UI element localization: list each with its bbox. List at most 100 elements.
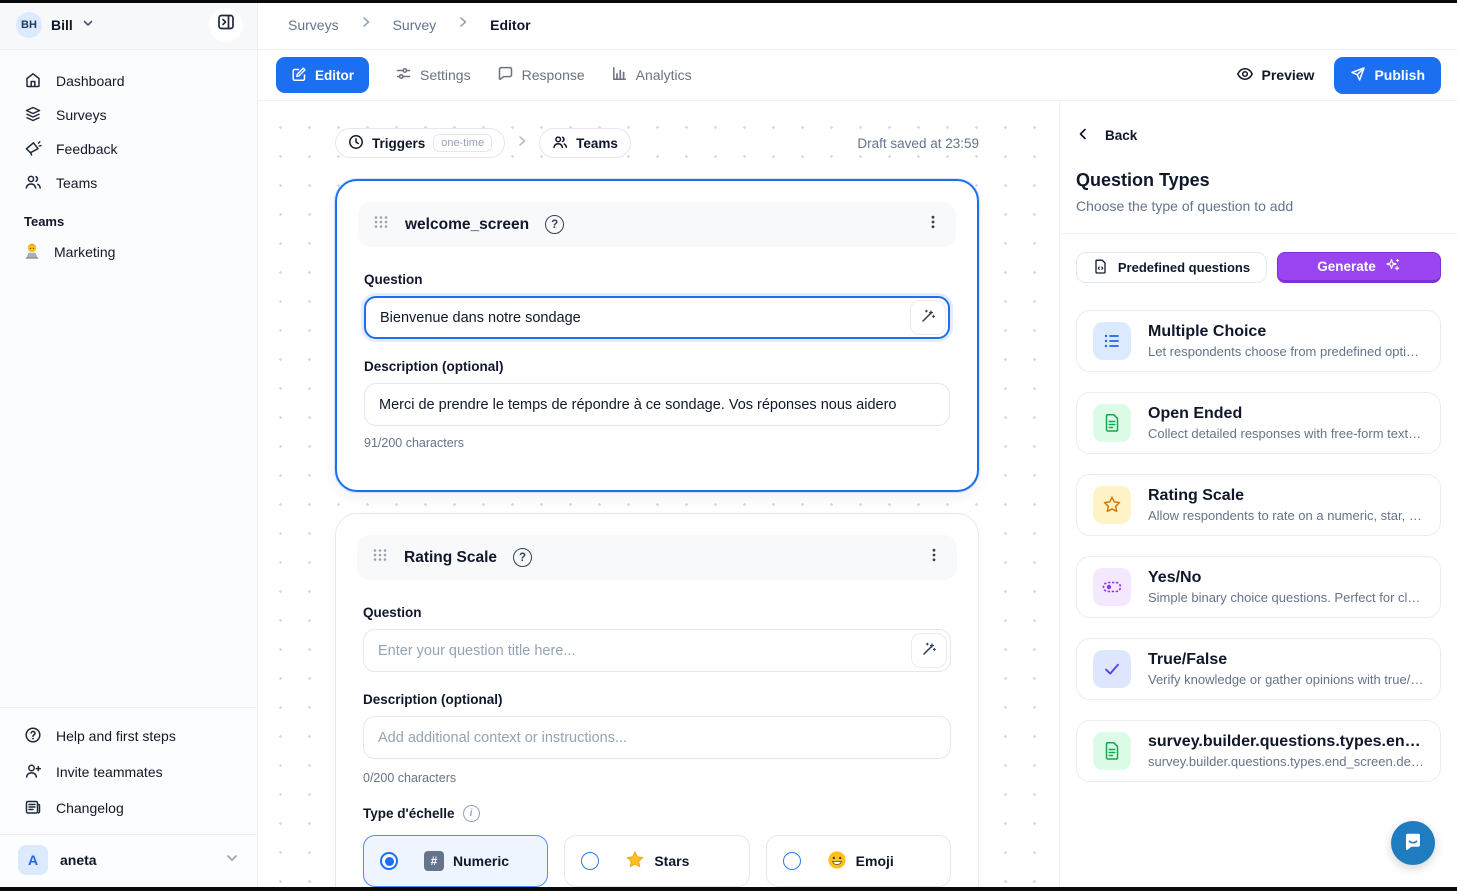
predefined-questions-button[interactable]: Predefined questions [1076, 252, 1267, 283]
send-icon [1350, 66, 1366, 85]
question-field-label: Question [363, 605, 951, 620]
generate-button[interactable]: Generate [1277, 252, 1441, 283]
panel-toggle-icon [217, 13, 235, 36]
kebab-menu-icon[interactable] [925, 214, 941, 235]
file-text-icon [1093, 732, 1131, 770]
question-card-title: welcome_screen [405, 216, 529, 234]
type-card-open-ended[interactable]: Open Ended Collect detailed responses wi… [1076, 392, 1441, 454]
teams-section-label: Teams [0, 200, 257, 235]
tab-analytics[interactable]: Analytics [611, 65, 692, 85]
type-description: Simple binary choice questions. Perfect … [1148, 590, 1424, 605]
sidebar-item-label: Feedback [56, 141, 117, 157]
type-description: Allow respondents to rate on a numeric, … [1148, 508, 1424, 523]
sidebar-item-label: Dashboard [56, 73, 125, 89]
back-button[interactable]: Back [1076, 127, 1137, 144]
survey-builder-canvas: Triggers one-time Teams Draft saved at 2… [258, 101, 1059, 891]
type-name: Open Ended [1148, 405, 1424, 423]
sidebar-item-help[interactable]: Help and first steps [0, 718, 257, 754]
question-description-input[interactable] [363, 716, 951, 759]
collapse-sidebar-button[interactable] [209, 8, 243, 42]
question-card-title: Rating Scale [404, 549, 497, 567]
question-card-welcome-screen[interactable]: welcome_screen ? Question [335, 179, 979, 492]
tab-editor[interactable]: Editor [276, 57, 369, 93]
teams-pill-label: Teams [576, 136, 618, 151]
ai-rewrite-button[interactable] [910, 300, 946, 335]
help-icon: ? [513, 548, 532, 567]
question-title-input[interactable] [364, 296, 950, 339]
scale-type-options: # Numeric [363, 835, 951, 887]
sidebar-item-marketing-team[interactable]: Marketing [0, 235, 257, 269]
generate-label: Generate [1317, 259, 1376, 274]
question-field-label: Question [364, 272, 950, 287]
triggers-label: Triggers [372, 136, 425, 151]
question-card-rating-scale[interactable]: Rating Scale ? Question [335, 513, 979, 891]
type-card-multiple-choice[interactable]: Multiple Choice Let respondents choose f… [1076, 310, 1441, 372]
info-icon: i [463, 805, 480, 822]
team-item-label: Marketing [54, 244, 115, 260]
type-name: Multiple Choice [1148, 323, 1424, 341]
sidebar-footer: Help and first steps Invite teammates Ch… [0, 707, 257, 891]
teams-button[interactable]: Teams [539, 128, 631, 158]
drag-handle-icon[interactable] [373, 214, 389, 235]
scale-option-numeric[interactable]: # Numeric [363, 835, 548, 887]
scale-option-emoji[interactable]: Emoji [766, 835, 951, 887]
sidebar-item-invite[interactable]: Invite teammates [0, 754, 257, 790]
user-plus-icon [24, 762, 42, 783]
account-switcher[interactable]: A aneta [0, 834, 257, 883]
question-types-panel: Back Question Types Choose the type of q… [1059, 101, 1457, 891]
tab-response[interactable]: Response [497, 65, 585, 85]
users-icon [552, 134, 568, 153]
question-title-input[interactable] [363, 629, 951, 672]
type-name: Rating Scale [1148, 487, 1424, 505]
screen-bottom-edge [0, 887, 1457, 891]
editor-toolbar: Editor Settings Response Analytics [258, 50, 1457, 101]
description-field-label: Description (optional) [363, 692, 951, 707]
tab-settings[interactable]: Settings [395, 65, 471, 85]
messenger-icon [1402, 831, 1424, 856]
chevron-right-icon [456, 15, 470, 34]
bar-chart-icon [611, 65, 628, 85]
breadcrumb: Surveys Survey Editor [258, 0, 1457, 50]
support-chat-button[interactable] [1391, 821, 1435, 865]
sidebar-item-feedback[interactable]: Feedback [0, 132, 257, 166]
radio-icon [581, 852, 599, 870]
workspace-switcher[interactable]: BH Bill [0, 0, 257, 50]
clock-icon [348, 134, 364, 153]
magic-wand-icon [920, 308, 936, 327]
ai-rewrite-button[interactable] [911, 633, 947, 668]
users-icon [24, 173, 42, 194]
sidebar-item-teams[interactable]: Teams [0, 166, 257, 200]
sidebar-item-changelog[interactable]: Changelog [0, 790, 257, 826]
publish-button[interactable]: Publish [1334, 57, 1441, 94]
drag-handle-icon[interactable] [372, 547, 388, 568]
breadcrumb-survey[interactable]: Survey [393, 17, 437, 33]
kebab-menu-icon[interactable] [926, 547, 942, 568]
type-card-rating-scale[interactable]: Rating Scale Allow respondents to rate o… [1076, 474, 1441, 536]
type-card-yes-no[interactable]: Yes/No Simple binary choice questions. P… [1076, 556, 1441, 618]
main-area: Surveys Survey Editor Editor Settings [258, 0, 1457, 891]
help-icon: ? [545, 215, 564, 234]
sidebar-nav: Dashboard Surveys Feedback Teams [0, 50, 257, 269]
triggers-button[interactable]: Triggers one-time [335, 128, 505, 158]
list-icon [1093, 322, 1131, 360]
tab-label: Response [522, 67, 585, 83]
type-card-end-screen[interactable]: survey.builder.questions.types.end_scr..… [1076, 720, 1441, 782]
smiley-emoji-icon [827, 850, 847, 873]
sidebar-item-surveys[interactable]: Surveys [0, 98, 257, 132]
sidebar-item-dashboard[interactable]: Dashboard [0, 64, 257, 98]
type-description: Collect detailed responses with free-for… [1148, 426, 1424, 441]
question-description-input[interactable] [364, 383, 950, 426]
preview-button[interactable]: Preview [1236, 65, 1315, 86]
draft-status: Draft saved at 23:59 [857, 136, 979, 151]
layers-icon [24, 105, 42, 126]
sidebar-item-label: Invite teammates [56, 764, 163, 780]
breadcrumb-surveys[interactable]: Surveys [288, 17, 339, 33]
scale-option-stars[interactable]: Stars [564, 835, 749, 887]
sidebar: BH Bill Dashboard [0, 0, 258, 891]
type-card-true-false[interactable]: True/False Verify knowledge or gather op… [1076, 638, 1441, 700]
check-icon [1093, 650, 1131, 688]
scale-type-label: Type d'échelle i [363, 805, 951, 822]
chevron-down-icon [82, 16, 94, 34]
scale-option-label: Emoji [856, 853, 894, 869]
megaphone-icon [24, 139, 42, 160]
